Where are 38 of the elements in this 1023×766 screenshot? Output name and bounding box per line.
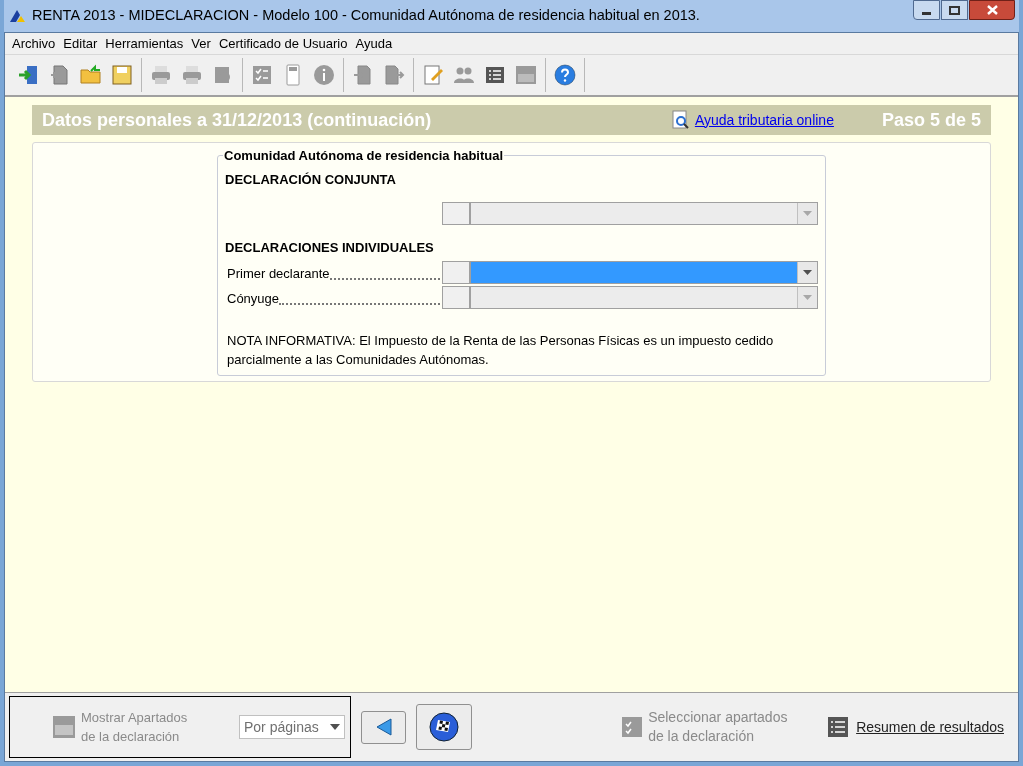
menu-item[interactable]: Herramientas: [105, 33, 184, 54]
dropdown-field[interactable]: [470, 261, 818, 284]
step-indicator: Paso 5 de 5: [881, 108, 981, 132]
back-button[interactable]: [361, 710, 406, 744]
close-button[interactable]: [969, 0, 1015, 20]
close-icon: [986, 5, 998, 15]
section-title: Datos personales a 31/12/2013 (continuación): [42, 108, 432, 132]
menu-item[interactable]: Ver: [191, 33, 211, 54]
code-field[interactable]: [442, 202, 470, 225]
field-label: Cónyuge: [226, 290, 280, 308]
minimize-button[interactable]: [913, 0, 940, 20]
summary-link[interactable]: Resumen de resultados: [856, 716, 1004, 738]
menu-item[interactable]: Editar: [63, 33, 98, 54]
left-triangle-icon: [374, 718, 393, 736]
section-heading: DECLARACIÓN CONJUNTA: [225, 172, 397, 188]
code-field[interactable]: [442, 286, 470, 309]
checkered-flag-icon: [428, 711, 460, 743]
folder-icon[interactable]: [79, 63, 103, 87]
help-icon[interactable]: [553, 63, 577, 87]
help-link[interactable]: Ayuda tributaria online: [694, 109, 834, 131]
field-label: Primer declarante: [226, 265, 330, 283]
list-icon[interactable]: [828, 717, 849, 737]
info-note: NOTA INFORMATIVA: El Impuesto de la Renta de las Personas Físicas es un impuesto cedido parcialmente a las Comunidades Autónomas.: [226, 332, 775, 369]
pencil-document-icon[interactable]: [421, 63, 445, 87]
dropdown-arrow-icon: [330, 724, 340, 730]
dropdown-arrow-icon[interactable]: [803, 270, 812, 275]
app-logo-icon: [8, 8, 26, 24]
maximize-button[interactable]: [941, 0, 968, 20]
menu-item[interactable]: Certificado de Usuario: [218, 33, 348, 54]
menu-item[interactable]: Archivo: [12, 33, 56, 54]
menu-item[interactable]: Ayuda: [355, 33, 393, 54]
window-title: RENTA 2013 - MIDECLARACION - Modelo 100 - Comunidad Autónoma de residencia habitual en 2013.: [32, 6, 700, 26]
save-icon[interactable]: [110, 63, 134, 87]
code-field[interactable]: [442, 261, 470, 284]
magnifier-document-icon: [670, 110, 691, 130]
section-heading: DECLARACIONES INDIVIDUALES: [225, 240, 435, 256]
finish-button[interactable]: [416, 704, 472, 750]
view-select[interactable]: Por páginas: [239, 715, 345, 739]
